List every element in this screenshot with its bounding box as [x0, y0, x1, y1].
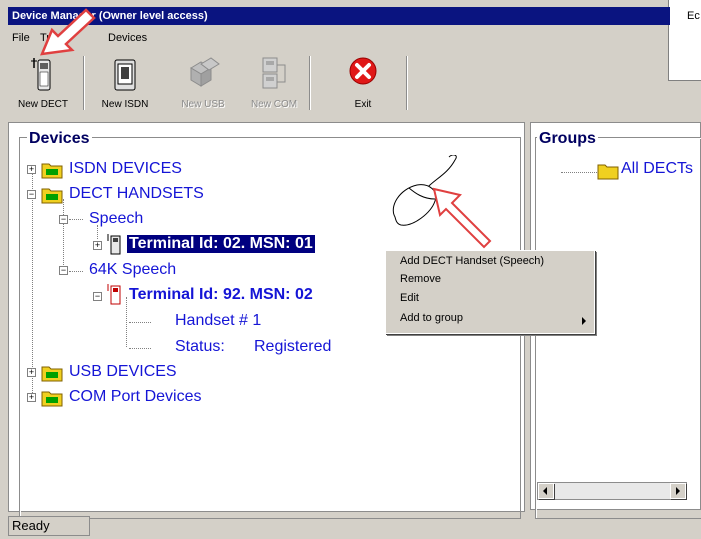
- scroll-left-button[interactable]: [538, 483, 554, 499]
- menu-file[interactable]: File: [12, 32, 30, 44]
- new-usb-button[interactable]: New USB: [172, 52, 234, 112]
- arrow-right-icon: [676, 487, 680, 495]
- usb-device-icon: [190, 57, 220, 87]
- menu-item-remove[interactable]: Remove: [400, 273, 441, 285]
- title-bar: Device Manager (Owner level access): [8, 7, 670, 25]
- expand-terminal1-toggle[interactable]: +: [93, 241, 102, 250]
- arrow-left-icon: [543, 487, 547, 495]
- expand-usb-toggle[interactable]: +: [27, 368, 36, 377]
- exit-icon: [349, 57, 377, 85]
- group-item-all-dects[interactable]: All DECTs: [621, 160, 693, 178]
- com-folder-icon: [41, 391, 63, 407]
- context-menu: Add DECT Handset (Speech) Remove Edit Ad…: [385, 250, 595, 334]
- submenu-arrow-icon: [582, 317, 586, 325]
- tree-item-isdn-devices[interactable]: ISDN DEVICES: [69, 160, 182, 178]
- status-label: Status:: [175, 338, 225, 355]
- menu-item-add-dect-handset[interactable]: Add DECT Handset (Speech): [400, 255, 544, 267]
- tree-line: [69, 271, 83, 272]
- tree-line: [561, 172, 597, 173]
- expand-isdn-toggle[interactable]: +: [27, 165, 36, 174]
- isdn-folder-icon: [41, 163, 63, 179]
- toolbar-separator: [406, 56, 408, 110]
- pointer-arrow-icon: [432, 187, 492, 249]
- exit-button[interactable]: Exit: [338, 52, 388, 112]
- tree-item-64k-speech[interactable]: 64K Speech: [89, 261, 176, 279]
- background-popup-window: Ec: [668, 0, 701, 81]
- tree-item-terminal-02-selected[interactable]: Terminal Id: 02. MSN: 01: [127, 235, 315, 253]
- isdn-phone-icon: [114, 59, 136, 91]
- collapse-speech-toggle[interactable]: −: [59, 215, 68, 224]
- tree-item-handset-1[interactable]: Handset # 1: [175, 312, 261, 330]
- menu-item-add-to-group[interactable]: Add to group: [400, 312, 463, 324]
- new-dect-label: New DECT: [17, 99, 68, 110]
- tree-line: [63, 199, 64, 275]
- new-isdn-button[interactable]: New ISDN: [90, 52, 160, 112]
- new-isdn-label: New ISDN: [101, 99, 149, 110]
- collapse-dect-toggle[interactable]: −: [27, 190, 36, 199]
- tree-item-usb-devices[interactable]: USB DEVICES: [69, 363, 177, 381]
- menu-item-edit[interactable]: Edit: [400, 292, 419, 304]
- toolbar-separator: [83, 56, 85, 110]
- devices-heading: Devices: [27, 130, 92, 148]
- dect-handset-icon: [107, 234, 121, 255]
- status-text: Ready: [8, 516, 90, 536]
- tree-line: [69, 219, 83, 220]
- new-com-button[interactable]: New COM: [244, 52, 304, 112]
- dect-handset-red-icon: [107, 284, 121, 305]
- groups-heading: Groups: [537, 130, 598, 148]
- menu-bar: File Tra Devices: [8, 28, 670, 50]
- tree-line: [129, 322, 151, 323]
- status-value: Registered: [254, 338, 332, 355]
- groups-horizontal-scrollbar[interactable]: [537, 482, 687, 500]
- tree-item-terminal-92[interactable]: Terminal Id: 92. MSN: 02: [129, 286, 313, 304]
- collapse-64k-speech-toggle[interactable]: −: [59, 266, 68, 275]
- tree-item-dect-handsets[interactable]: DECT HANDSETS: [69, 185, 204, 203]
- dect-phone-icon: [31, 58, 51, 91]
- new-dect-button[interactable]: New DECT: [8, 52, 78, 112]
- dect-folder-icon: [41, 188, 63, 204]
- expand-com-toggle[interactable]: +: [27, 393, 36, 402]
- new-com-label: New COM: [250, 99, 298, 110]
- group-folder-icon: [597, 164, 619, 180]
- status-bar: Ready: [8, 516, 701, 539]
- usb-folder-icon: [41, 366, 63, 382]
- tree-line: [126, 297, 127, 347]
- com-device-icon: [262, 57, 286, 89]
- collapse-terminal2-toggle[interactable]: −: [93, 292, 102, 301]
- device-manager-window: Ec Device Manager (Owner level access) F…: [0, 0, 701, 539]
- exit-label: Exit: [354, 99, 372, 110]
- tree-line: [32, 171, 33, 397]
- menu-devices[interactable]: Devices: [108, 32, 147, 44]
- toolbar: New DECT New ISDN New USB New COM Exit: [8, 52, 408, 112]
- toolbar-separator: [309, 56, 311, 110]
- tree-item-speech[interactable]: Speech: [89, 210, 143, 228]
- scroll-right-button[interactable]: [670, 483, 686, 499]
- tree-item-com-devices[interactable]: COM Port Devices: [69, 388, 201, 406]
- popup-text: Ec: [687, 10, 700, 22]
- tree-line: [129, 348, 151, 349]
- menu-pointer-arrow-icon: [40, 8, 96, 56]
- new-usb-label: New USB: [181, 99, 225, 110]
